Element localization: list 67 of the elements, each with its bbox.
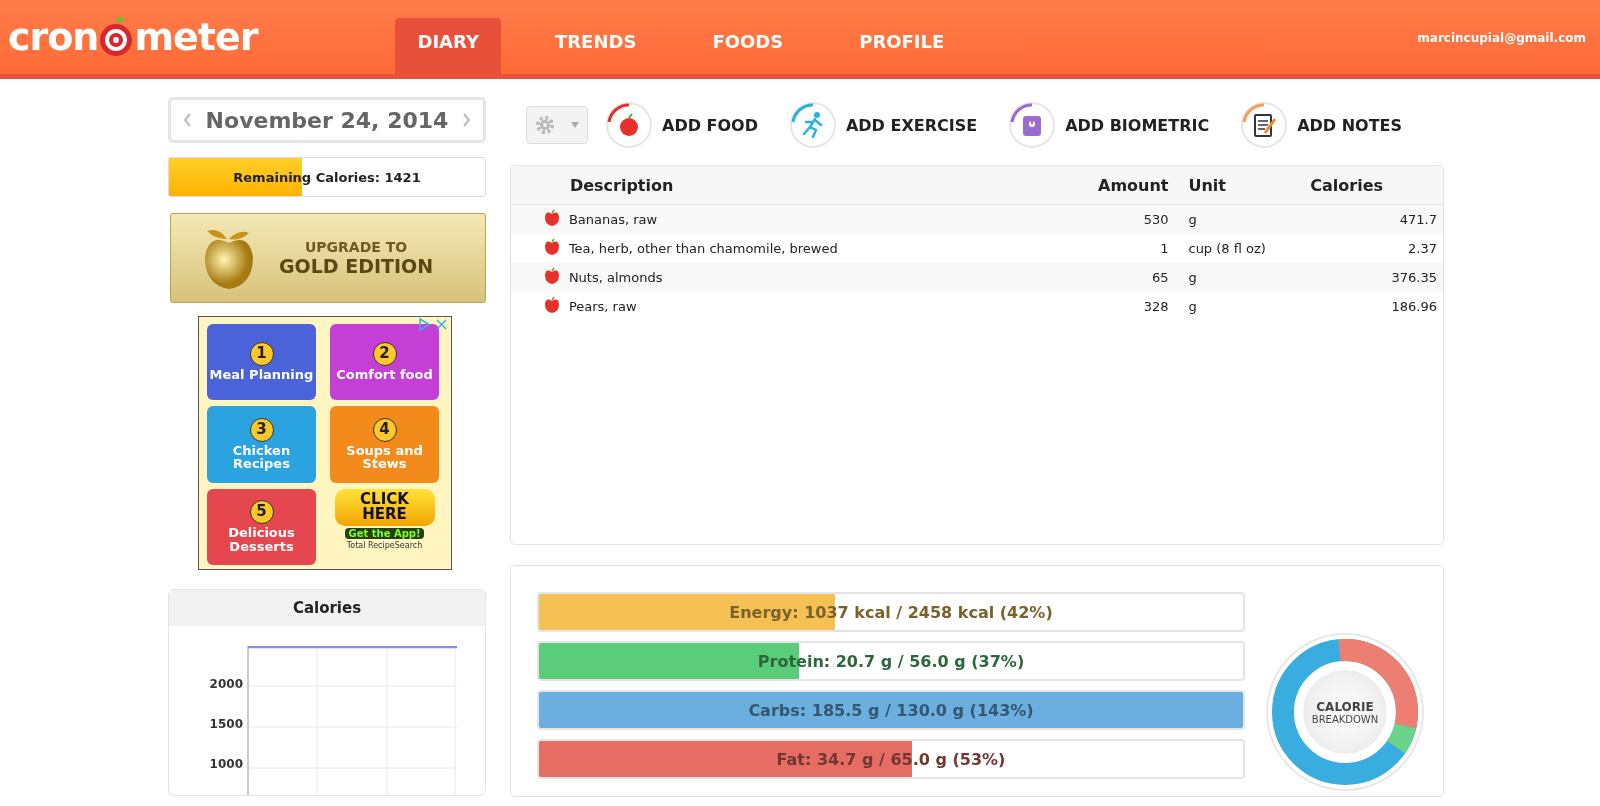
add-button[interactable]: ADD BIOMETRIC [1009,102,1210,148]
column-header[interactable]: Unit [1188,175,1226,195]
y-axis-label: 1000 [209,758,243,770]
ad-tile-number: 1 [249,342,274,367]
upgrade-banner[interactable]: UPGRADE TO GOLD EDITION [170,213,486,303]
table-cell: Pears, raw [568,299,637,314]
nav-tab[interactable]: DIARY [395,18,501,74]
add-button[interactable]: ADD FOOD [606,102,758,148]
table-cell: 530 [1143,212,1169,227]
upgrade-text: GOLD EDITION [279,255,434,277]
ad-tile-text: Chicken Recipes [231,443,292,472]
ad-tile-text: Delicious Desserts [227,526,296,554]
table-cell: Tea, herb, other than chamomile, brewed [568,241,838,256]
settings-icon [534,114,556,136]
target-progress-label: Carbs: 185.5 g / 130.0 g (143%) [748,700,1034,720]
ad-tile-number: 5 [249,500,274,525]
table-cell: 186.96 [1391,299,1437,314]
close-icon[interactable] [434,317,449,332]
ad-tagline: Get the App! [345,528,424,540]
target-apple-icon [98,16,135,58]
table-cell: 1 [1160,241,1169,256]
table-cell: g [1188,212,1197,227]
ad-tile[interactable]: 1 Meal Planning [207,324,316,401]
ad-tile-number: 2 [372,342,397,367]
ad-tile[interactable]: 4 Soups and Stews [330,406,439,483]
table-cell: 376.35 [1391,270,1437,285]
ad-tile-text: Soups and Stews [345,443,424,472]
caret-icon [570,121,580,129]
settings-dropdown[interactable] [526,106,588,144]
ad-tile-number: 4 [372,417,397,442]
ad-tile[interactable]: 2 Comfort food [330,324,439,401]
apple-icon [542,209,561,227]
column-header[interactable]: Description [569,175,674,195]
apple-icon [542,238,561,256]
ad-choices-icon [417,317,432,332]
table-cell: Bananas, raw [568,212,658,227]
table-cell: g [1188,270,1197,285]
notes-icon [1241,102,1288,148]
ad-brand: Total RecipeSearch [346,541,423,551]
table-cell: g [1188,299,1197,314]
table-cell: 65 [1151,270,1169,285]
ad-tile-text: Comfort food [336,368,433,382]
ad-tile[interactable]: 3 Chicken Recipes [207,406,316,483]
date-label[interactable]: November 24, 2014 [205,107,449,133]
ad-tile[interactable]: 5 Delicious Desserts [207,488,316,565]
biometric-icon [1009,102,1056,148]
add-button[interactable]: ADD NOTES [1241,102,1403,148]
table-cell: 328 [1143,299,1169,314]
advertisement[interactable]: 1 Meal Planning 2 Comfort food 3 Chicken Recipes 4 Soups and Stews 5 Delicious Desserts CLICK HERE Get the App! Total RecipeSearch [198,316,452,570]
ad-cta-button[interactable]: CLICK HERE [334,488,435,527]
exercise-icon [789,102,836,148]
table-cell: 471.7 [1399,212,1437,227]
table-cell: cup (8 fl oz) [1188,241,1266,256]
table-cell: Nuts, almonds [568,270,663,285]
add-button[interactable]: ADD EXERCISE [789,102,978,148]
calories-panel-title: Calories [169,590,485,626]
ad-tile-text: Meal Planning [209,368,314,382]
ad-tile-number: 3 [249,417,274,442]
logo-text: cron [8,15,99,59]
y-axis-label: 2000 [209,678,243,690]
apple-icon [542,267,561,285]
table-cell: 2.37 [1408,241,1437,256]
logo-text: meter [134,15,258,59]
y-axis-label: 1500 [209,718,243,730]
food-icon [606,102,652,148]
apple-icon [542,296,561,314]
upgrade-text: UPGRADE TO [303,239,409,255]
